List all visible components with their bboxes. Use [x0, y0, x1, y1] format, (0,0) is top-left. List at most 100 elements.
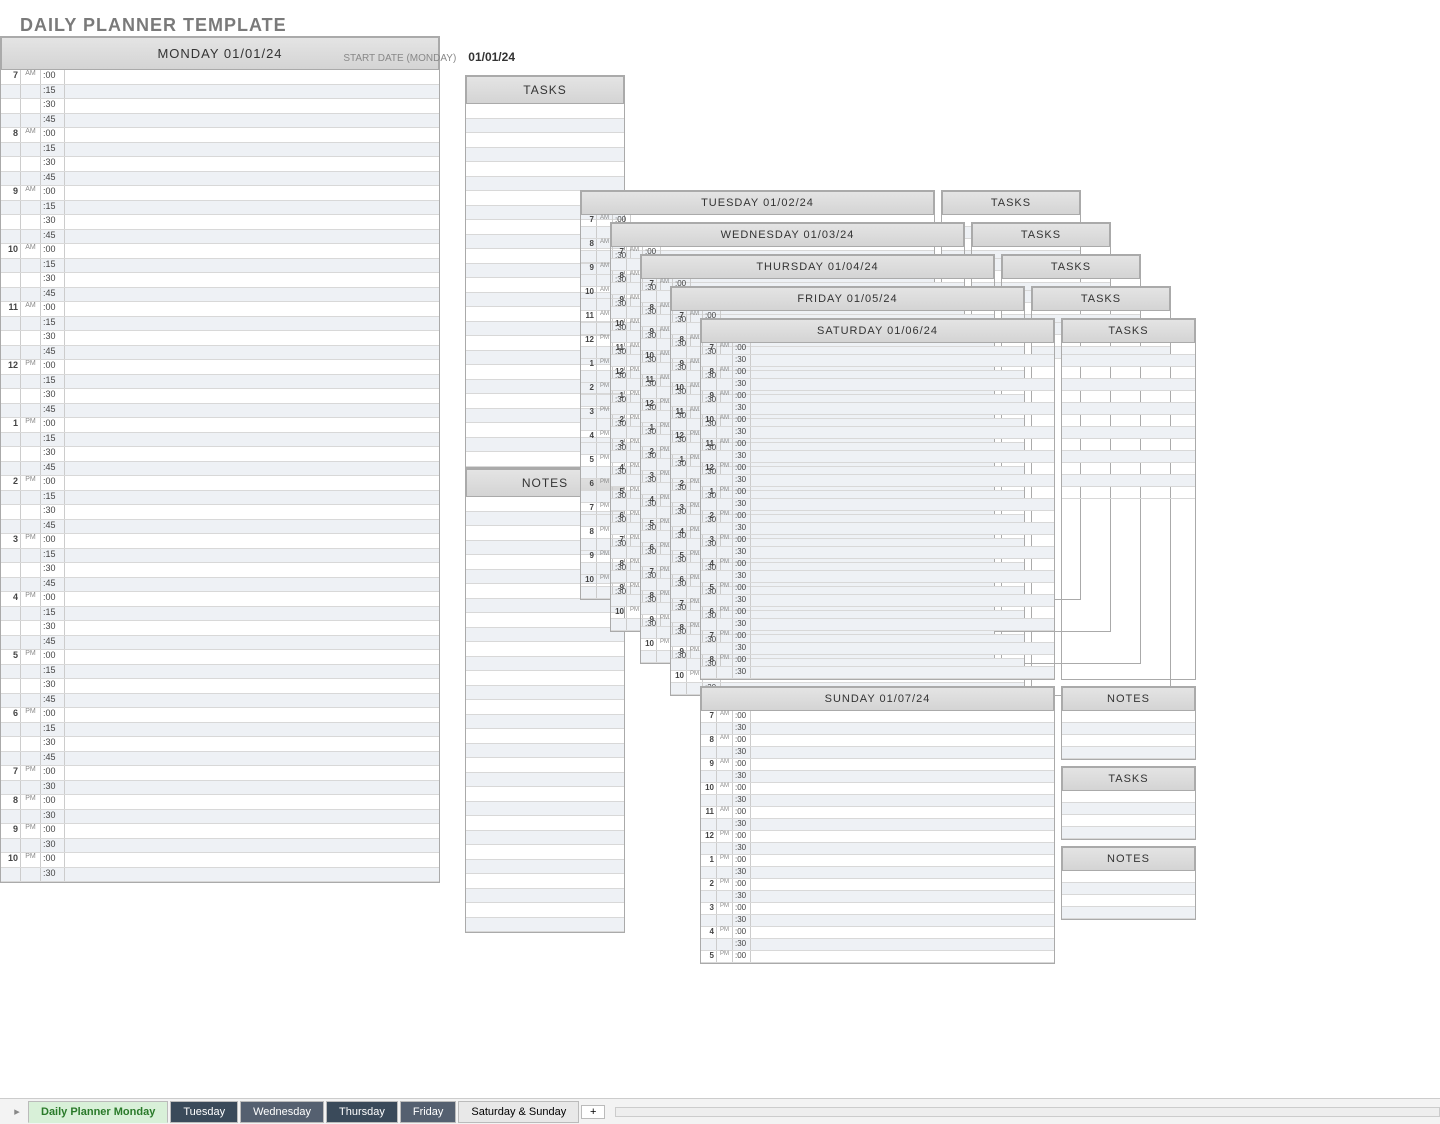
entry-cell[interactable] [65, 375, 439, 389]
entry-cell[interactable] [751, 415, 1054, 426]
list-row[interactable] [466, 628, 624, 643]
entry-cell[interactable] [751, 559, 1054, 570]
list-row[interactable] [1062, 895, 1195, 907]
entry-cell[interactable] [65, 607, 439, 621]
entry-cell[interactable] [65, 418, 439, 432]
list-row[interactable] [466, 831, 624, 846]
monday-time-grid[interactable]: 7AM:00:15:30:458AM:00:15:30:459AM:00:15:… [1, 70, 439, 882]
time-row[interactable]: 8AM:00 [1, 128, 439, 143]
time-row[interactable]: :30 [701, 499, 1054, 511]
entry-cell[interactable] [751, 795, 1054, 806]
time-row[interactable]: :45 [1, 230, 439, 245]
list-row[interactable] [1062, 439, 1195, 451]
tab-nav-prev-icon[interactable]: ▸ [8, 1105, 26, 1118]
entry-cell[interactable] [751, 547, 1054, 558]
time-row[interactable]: 11AM:00 [1, 302, 439, 317]
entry-cell[interactable] [65, 810, 439, 824]
list-row[interactable] [466, 889, 624, 904]
time-row[interactable]: :30 [1, 273, 439, 288]
time-row[interactable]: :30 [1, 215, 439, 230]
list-row[interactable] [466, 671, 624, 686]
time-row[interactable]: :15 [1, 723, 439, 738]
entry-cell[interactable] [65, 665, 439, 679]
time-row[interactable]: 4PM:00 [701, 559, 1054, 571]
entry-cell[interactable] [751, 903, 1054, 914]
list-row[interactable] [466, 686, 624, 701]
time-row[interactable]: 9PM:00 [1, 824, 439, 839]
list-row[interactable] [1062, 907, 1195, 919]
time-row[interactable]: :30 [701, 355, 1054, 367]
add-tab-button[interactable]: + [581, 1105, 605, 1119]
entry-cell[interactable] [751, 535, 1054, 546]
entry-cell[interactable] [751, 427, 1054, 438]
entry-cell[interactable] [751, 783, 1054, 794]
time-row[interactable]: :15 [1, 85, 439, 100]
entry-cell[interactable] [751, 511, 1054, 522]
time-row[interactable]: :30 [1, 737, 439, 752]
entry-cell[interactable] [65, 650, 439, 664]
entry-cell[interactable] [65, 723, 439, 737]
time-row[interactable]: :30 [1, 505, 439, 520]
entry-cell[interactable] [751, 343, 1054, 354]
time-row[interactable]: 4PM:00 [1, 592, 439, 607]
time-row[interactable]: :30 [701, 643, 1054, 655]
entry-cell[interactable] [65, 389, 439, 403]
entry-cell[interactable] [65, 694, 439, 708]
entry-cell[interactable] [65, 795, 439, 809]
list-row[interactable] [466, 758, 624, 773]
sheet-tab-thursday[interactable]: Thursday [326, 1101, 398, 1123]
time-row[interactable]: 4PM:00 [701, 927, 1054, 939]
entry-cell[interactable] [65, 520, 439, 534]
list-row[interactable] [1062, 451, 1195, 463]
entry-cell[interactable] [65, 752, 439, 766]
saturday-notes-body[interactable] [1062, 711, 1195, 759]
time-row[interactable]: :15 [1, 201, 439, 216]
time-row[interactable]: :30 [701, 667, 1054, 679]
entry-cell[interactable] [751, 499, 1054, 510]
list-row[interactable] [1062, 815, 1195, 827]
sheet-tab-wednesday[interactable]: Wednesday [240, 1101, 324, 1123]
list-row[interactable] [466, 119, 624, 134]
time-row[interactable]: :45 [1, 346, 439, 361]
time-row[interactable]: 11AM:00 [701, 439, 1054, 451]
entry-cell[interactable] [65, 592, 439, 606]
entry-cell[interactable] [65, 273, 439, 287]
entry-cell[interactable] [751, 583, 1054, 594]
entry-cell[interactable] [65, 230, 439, 244]
time-row[interactable]: 12PM:00 [701, 831, 1054, 843]
list-row[interactable] [466, 773, 624, 788]
entry-cell[interactable] [751, 451, 1054, 462]
time-row[interactable]: :30 [701, 723, 1054, 735]
time-row[interactable]: 9AM:00 [701, 759, 1054, 771]
entry-cell[interactable] [751, 595, 1054, 606]
list-row[interactable] [466, 845, 624, 860]
sunday-notes-body[interactable] [1062, 871, 1195, 919]
time-row[interactable]: :15 [1, 259, 439, 274]
time-row[interactable]: 7PM:00 [1, 766, 439, 781]
time-row[interactable]: :30 [701, 379, 1054, 391]
entry-cell[interactable] [751, 759, 1054, 770]
time-row[interactable]: :30 [701, 795, 1054, 807]
entry-cell[interactable] [751, 951, 1054, 962]
time-row[interactable]: 7PM:00 [701, 631, 1054, 643]
time-row[interactable]: :30 [701, 843, 1054, 855]
entry-cell[interactable] [65, 839, 439, 853]
time-row[interactable]: 9AM:00 [701, 391, 1054, 403]
entry-cell[interactable] [65, 172, 439, 186]
list-row[interactable] [1062, 711, 1195, 723]
entry-cell[interactable] [65, 868, 439, 882]
list-row[interactable] [1062, 463, 1195, 475]
entry-cell[interactable] [751, 807, 1054, 818]
list-row[interactable] [466, 657, 624, 672]
list-row[interactable] [1062, 747, 1195, 759]
time-row[interactable]: :30 [701, 867, 1054, 879]
time-row[interactable]: :45 [1, 404, 439, 419]
sheet-tab-friday[interactable]: Friday [400, 1101, 457, 1123]
time-row[interactable]: 10AM:00 [701, 783, 1054, 795]
time-row[interactable]: 3PM:00 [701, 535, 1054, 547]
list-row[interactable] [466, 860, 624, 875]
list-row[interactable] [1062, 723, 1195, 735]
entry-cell[interactable] [751, 487, 1054, 498]
time-row[interactable]: 11AM:00 [701, 807, 1054, 819]
list-row[interactable] [1062, 367, 1195, 379]
